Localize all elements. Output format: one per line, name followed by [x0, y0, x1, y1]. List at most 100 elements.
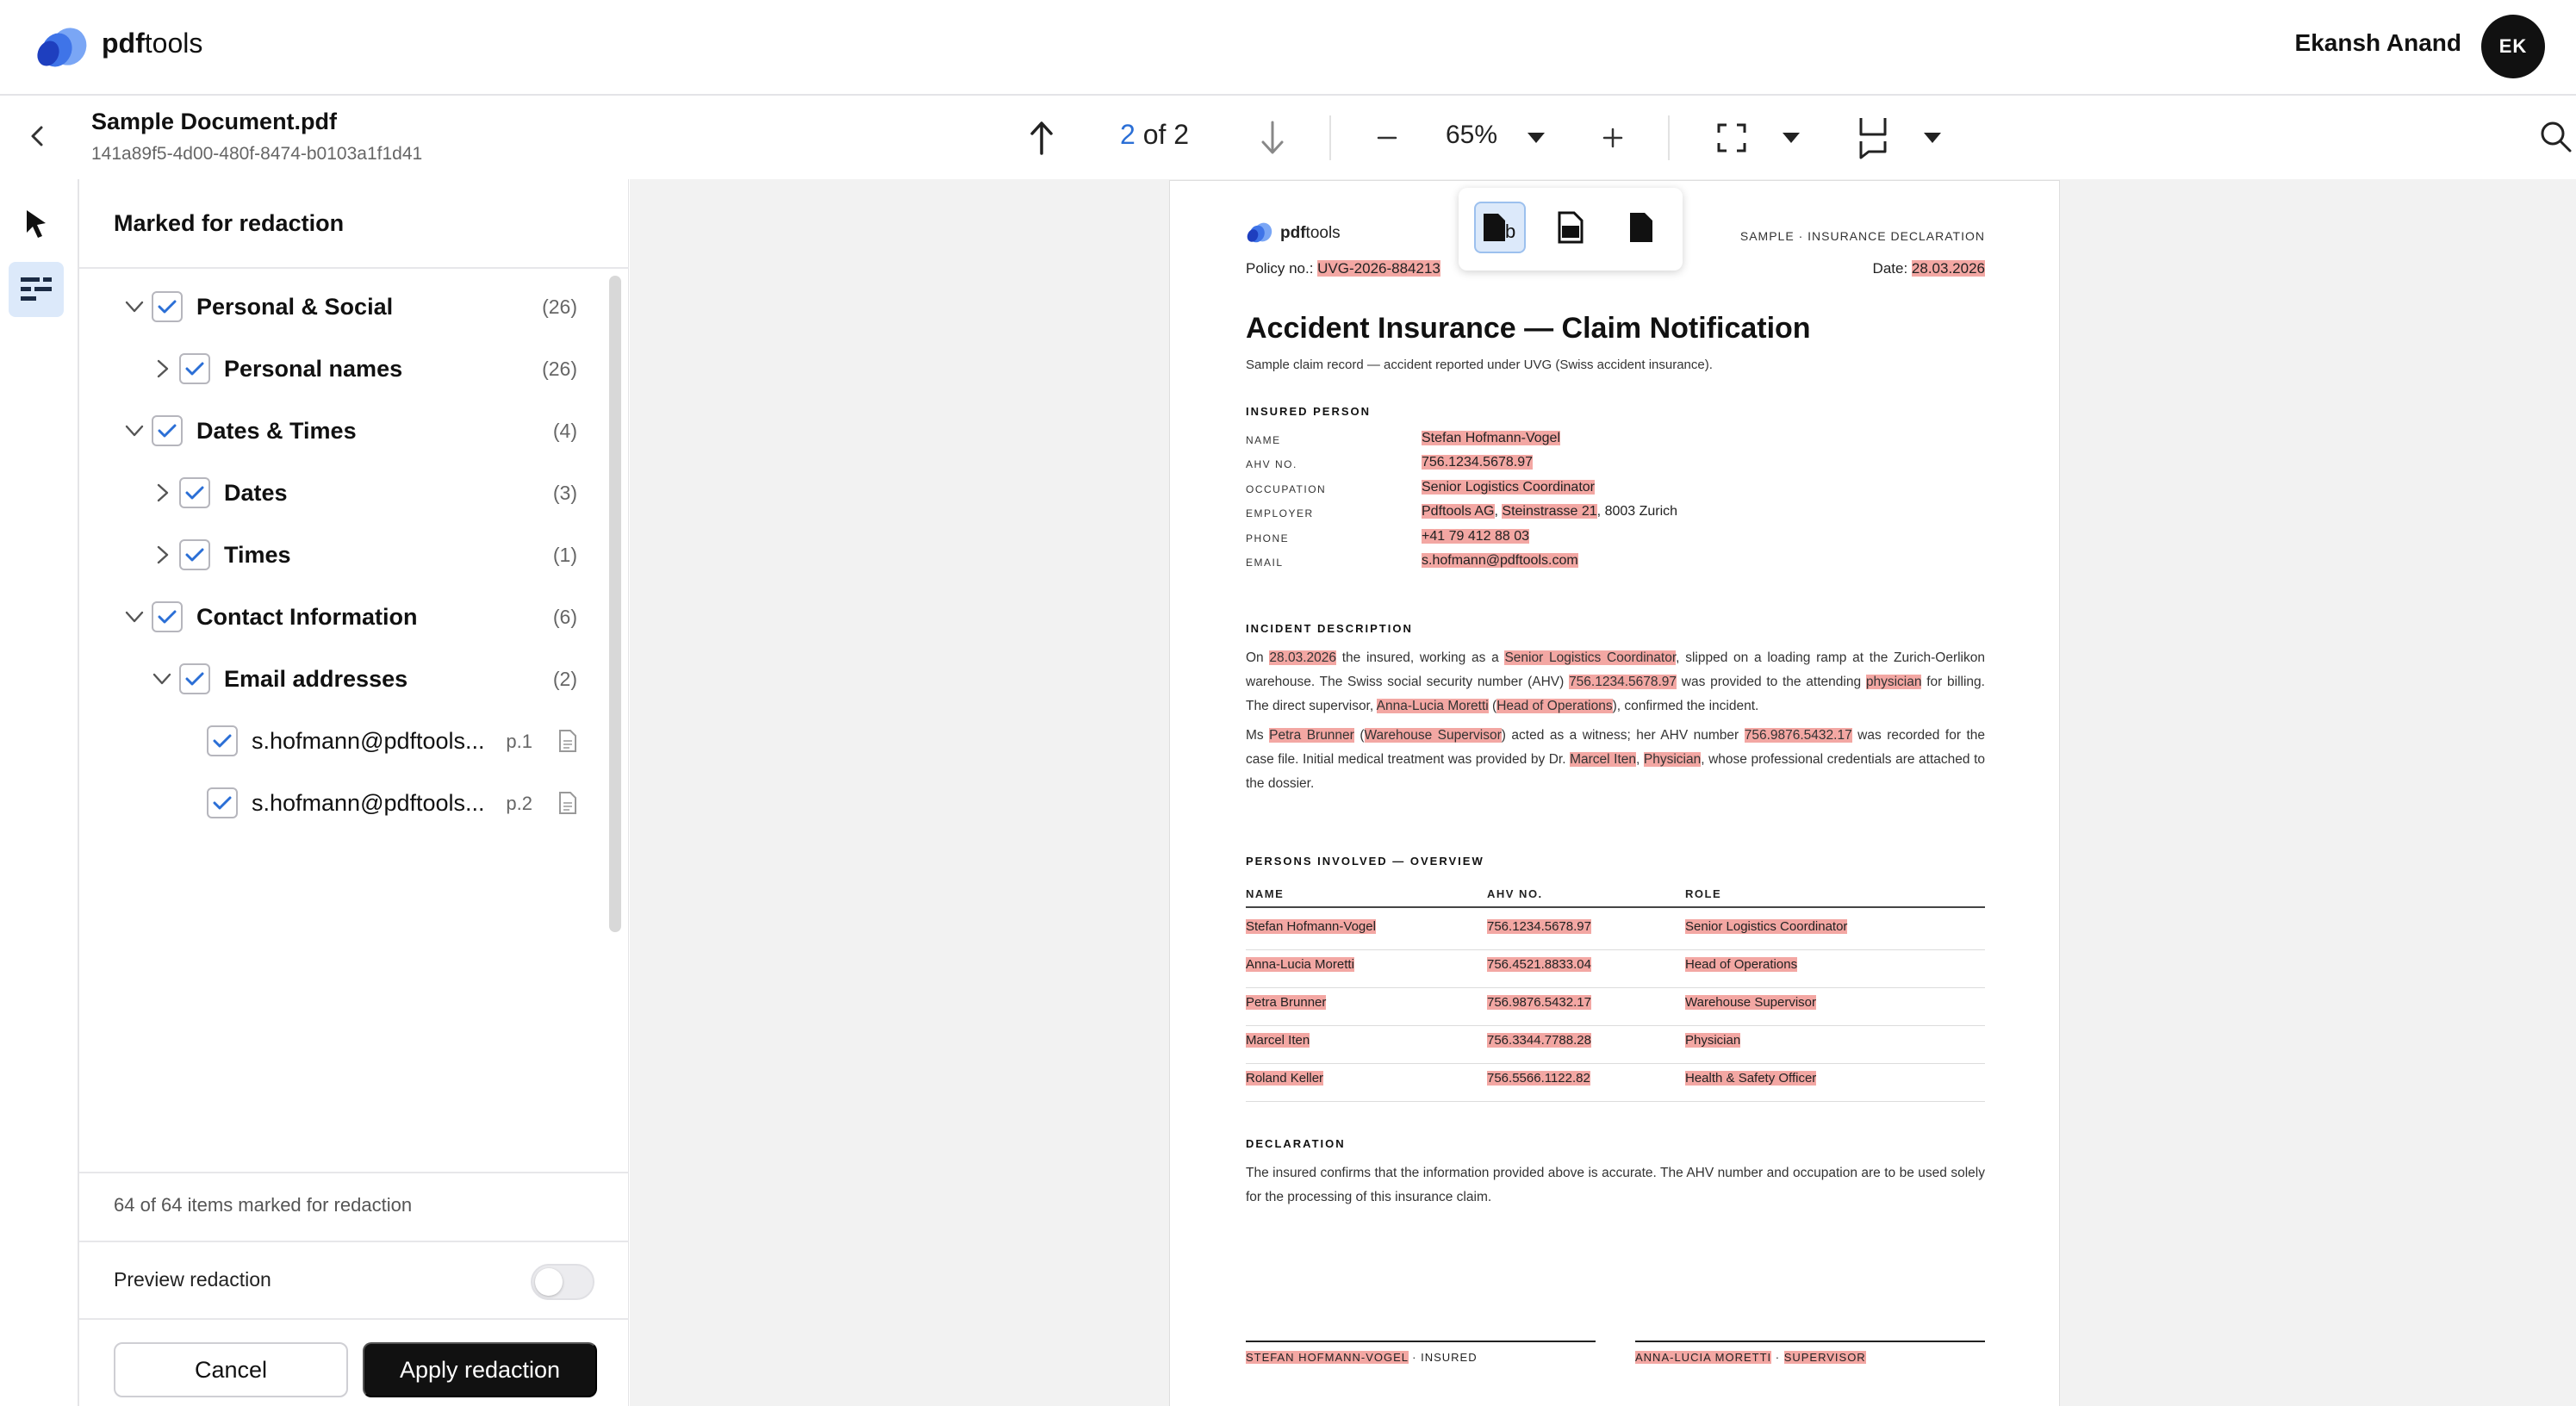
check-icon — [185, 486, 204, 500]
svg-text:b: b — [1505, 221, 1515, 242]
zoom-in-button[interactable] — [1597, 122, 1628, 153]
chevron-right-icon[interactable] — [150, 481, 174, 505]
avatar[interactable]: EK — [2481, 15, 2545, 78]
redaction-mark[interactable]: Head of Operations — [1685, 957, 1798, 972]
field-label: AHV NO. — [1246, 458, 1297, 470]
checkbox[interactable] — [179, 663, 210, 694]
signature-line — [1635, 1341, 1985, 1342]
redaction-mark[interactable]: Stefan Hofmann-Vogel — [1422, 431, 1560, 445]
checkbox[interactable] — [207, 725, 238, 756]
redaction-mark[interactable]: Marcel Iten — [1246, 1033, 1310, 1048]
tree-item-label: Personal & Social — [196, 294, 394, 320]
chevron-down-icon[interactable] — [122, 295, 146, 319]
tree-item[interactable]: Personal & Social (26) — [79, 276, 605, 338]
pdf-page[interactable]: pdftools SAMPLE · INSURANCE DECLARATION … — [1170, 181, 2059, 1406]
fit-dropdown-button[interactable] — [1778, 128, 1804, 148]
redaction-mark[interactable]: Stefan Hofmann-Vogel — [1246, 919, 1376, 934]
chevron-down-icon[interactable] — [122, 419, 146, 443]
redaction-mark[interactable]: Steinstrasse 21 — [1502, 504, 1597, 519]
chevron-right-icon[interactable] — [150, 543, 174, 567]
document-icon[interactable] — [558, 729, 577, 757]
redaction-mark[interactable]: s.hofmann@pdftools.com — [1422, 553, 1578, 568]
view-mode-full[interactable] — [1615, 202, 1667, 253]
layout-dropdown-button[interactable] — [1920, 128, 1945, 148]
select-tool-button[interactable] — [9, 196, 64, 252]
back-arrow-icon[interactable] — [22, 121, 53, 152]
zoom-dropdown-button[interactable] — [1523, 128, 1549, 148]
table-cell: 756.9876.5432.17 — [1487, 995, 1591, 1010]
redaction-mark[interactable]: Petra Brunner — [1246, 995, 1327, 1010]
page-indicator[interactable]: 2 of 2 — [1120, 119, 1189, 151]
field-label: OCCUPATION — [1246, 483, 1327, 495]
tree-item[interactable]: Email addresses (2) — [79, 648, 605, 710]
tree-item[interactable]: Personal names (26) — [79, 338, 605, 400]
document-title: Sample Document.pdf — [91, 109, 338, 134]
tree-item[interactable]: s.hofmann@pdftools... p.2 — [79, 772, 605, 832]
table-cell: 756.1234.5678.97 — [1487, 919, 1591, 934]
page-layout-button[interactable] — [1857, 115, 1888, 160]
document-icon[interactable] — [558, 791, 577, 819]
check-icon — [158, 424, 177, 438]
redaction-mark[interactable]: Roland Keller — [1246, 1071, 1324, 1086]
redaction-mark[interactable]: 756.9876.5432.17 — [1487, 995, 1591, 1010]
tree-item-label: Contact Information — [196, 604, 418, 630]
redaction-mark[interactable]: 756.4521.8833.04 — [1487, 957, 1591, 972]
view-mode-redacted-text[interactable]: b — [1474, 202, 1526, 253]
checkbox[interactable] — [207, 787, 238, 818]
divider — [79, 1172, 629, 1173]
redaction-mark[interactable]: 756.1234.5678.97 — [1422, 455, 1534, 470]
table-rule — [1246, 1025, 1985, 1026]
field-value: s.hofmann@pdftools.com — [1422, 553, 1578, 569]
fit-page-button[interactable] — [1714, 121, 1749, 155]
tree-item[interactable]: s.hofmann@pdftools... p.1 — [79, 710, 605, 772]
column-header: NAME — [1246, 887, 1285, 900]
table-cell: Roland Keller — [1246, 1071, 1324, 1086]
field-label: NAME — [1246, 434, 1281, 446]
tree-item[interactable]: Contact Information (6) — [79, 586, 605, 648]
caret-down-icon — [1924, 133, 1941, 143]
redaction-mark[interactable]: Senior Logistics Coordinator — [1422, 480, 1595, 495]
redaction-mark[interactable]: 756.5566.1122.82 — [1487, 1071, 1590, 1086]
tree-item[interactable]: Dates (3) — [79, 462, 605, 524]
tree-item[interactable]: Dates & Times (4) — [79, 400, 605, 462]
chevron-right-icon[interactable] — [150, 357, 174, 381]
preview-redaction-toggle[interactable] — [531, 1264, 594, 1300]
checkbox[interactable] — [152, 291, 183, 322]
checkbox[interactable] — [179, 477, 210, 508]
redaction-mark[interactable]: 756.3344.7788.28 — [1487, 1033, 1591, 1048]
zoom-level[interactable]: 65% — [1446, 121, 1497, 150]
redaction-mark[interactable]: Anna-Lucia Moretti — [1246, 957, 1354, 972]
cancel-button[interactable]: Cancel — [114, 1342, 348, 1397]
check-icon — [185, 362, 204, 376]
pdftools-logo[interactable] — [34, 24, 90, 71]
checkbox[interactable] — [179, 353, 210, 384]
zoom-out-button[interactable] — [1372, 122, 1403, 153]
incident-paragraph: On 28.03.2026 the insured, working as a … — [1246, 650, 1985, 713]
redaction-count: 64 of 64 items marked for redaction — [114, 1194, 413, 1216]
checkbox[interactable] — [152, 601, 183, 632]
checkbox[interactable] — [179, 539, 210, 570]
panel-scrollbar[interactable] — [609, 276, 621, 932]
redaction-mark[interactable]: 756.1234.5678.97 — [1487, 919, 1591, 934]
field-label: EMAIL — [1246, 557, 1284, 569]
redaction-mark[interactable]: Health & Safety Officer — [1685, 1071, 1817, 1086]
checkbox[interactable] — [152, 415, 183, 446]
redaction-mark[interactable]: Pdftools AG — [1422, 504, 1495, 519]
next-page-button[interactable] — [1253, 117, 1292, 159]
view-mode-half[interactable] — [1545, 202, 1596, 253]
search-button[interactable] — [2536, 117, 2574, 155]
chevron-down-icon[interactable] — [150, 667, 174, 691]
redacted-text-icon: b — [1484, 214, 1515, 242]
column-header: AHV NO. — [1487, 887, 1543, 900]
redaction-mark[interactable]: +41 79 412 88 03 — [1422, 529, 1530, 544]
toolbar-divider — [1329, 115, 1331, 160]
redaction-mark[interactable]: Senior Logistics Coordinator — [1685, 919, 1848, 934]
redaction-mark[interactable]: Warehouse Supervisor — [1685, 995, 1817, 1010]
fullscreen-icon — [1717, 123, 1746, 152]
redaction-mark[interactable]: Physician — [1685, 1033, 1741, 1048]
tree-item[interactable]: Times (1) — [79, 524, 605, 586]
previous-page-button[interactable] — [1022, 117, 1061, 159]
chevron-down-icon[interactable] — [122, 605, 146, 629]
apply-redaction-button[interactable]: Apply redaction — [363, 1342, 597, 1397]
redaction-list-button[interactable] — [9, 262, 64, 317]
